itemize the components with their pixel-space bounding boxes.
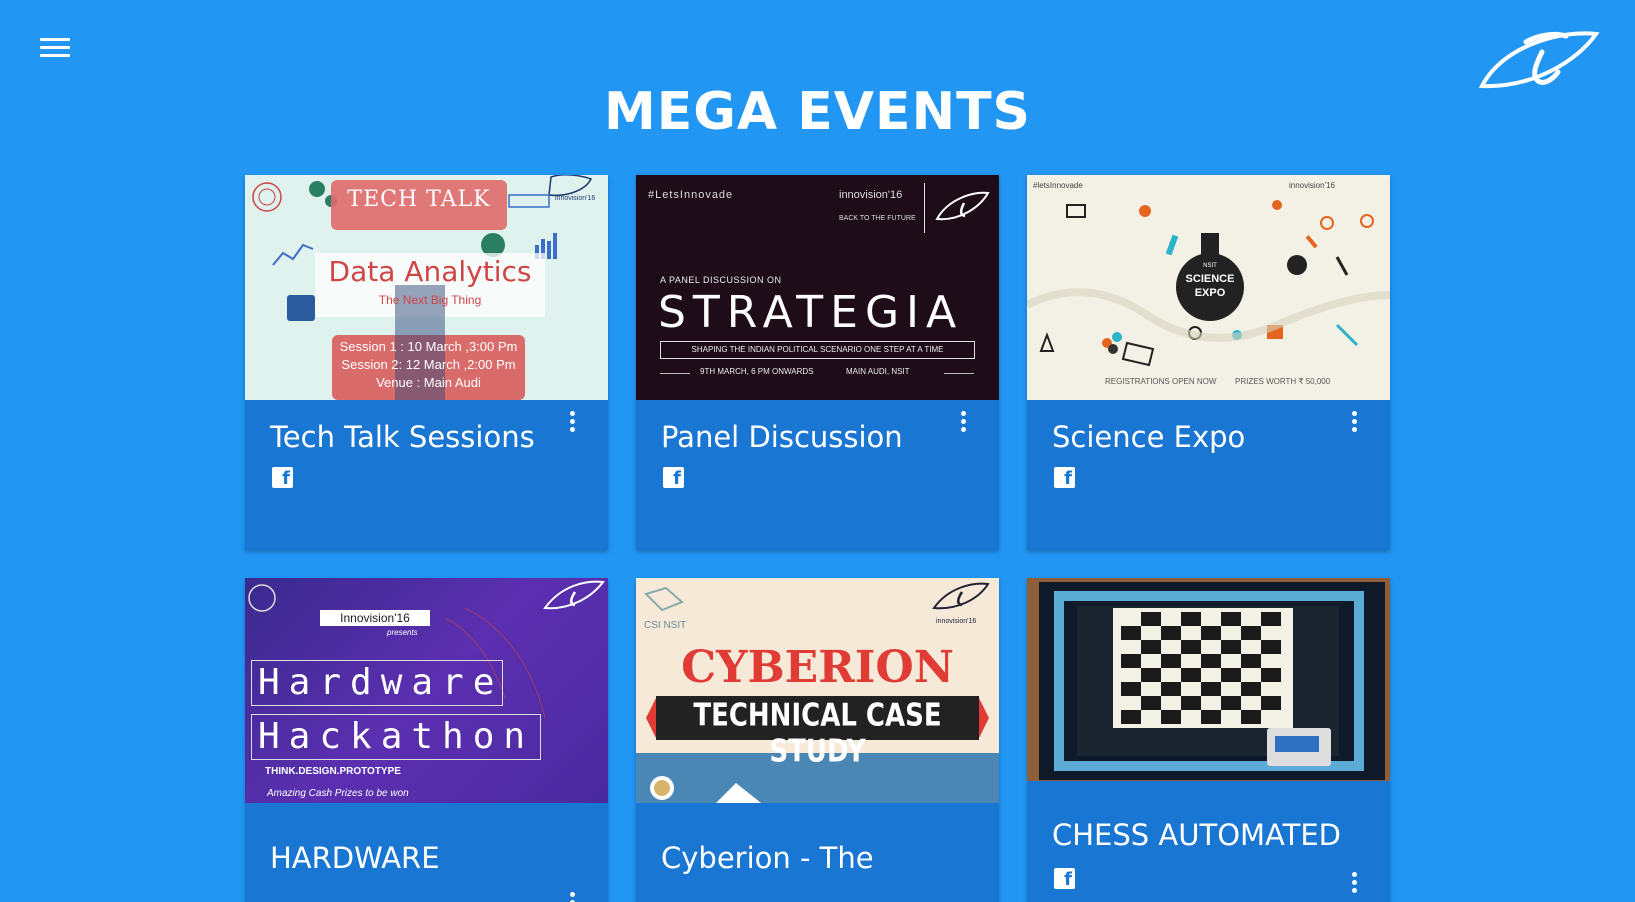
more-vert-icon[interactable] <box>568 892 576 902</box>
tech-talk-venue: Venue : Main Audi <box>376 375 481 390</box>
more-vert-icon[interactable] <box>568 411 576 433</box>
tech-talk-subheading: The Next Big Thing <box>378 293 482 307</box>
hardware-brand-box: Innovision'16 <box>320 610 430 626</box>
tech-talk-heading: Data Analytics <box>328 255 532 288</box>
event-card-cyberion[interactable]: CSI NSIT innovision'16 CYBERION TECHNICA… <box>636 578 999 902</box>
panel-sub: SHAPING THE INDIAN POLITICAL SCENARIO ON… <box>660 341 975 359</box>
panel-hashtag: #LetsInnovade <box>648 189 734 201</box>
expo-heading2: EXPO <box>1194 287 1226 299</box>
event-image-science-expo: #letsInnovade innovision'16 NSIT SCIENCE… <box>1027 175 1390 400</box>
event-title[interactable]: HARDWARE <box>270 841 440 875</box>
facebook-icon[interactable]: f <box>1054 467 1075 489</box>
page-title: MEGA EVENTS <box>603 82 1032 142</box>
event-image-hardware: Innovision'16 presents Hardware Hackatho… <box>245 578 608 803</box>
panel-rule-left <box>660 373 690 374</box>
event-card-tech-talk[interactable]: TECH TALK Data Analytics The Next Big Th… <box>245 175 608 550</box>
event-image-tech-talk: TECH TALK Data Analytics The Next Big Th… <box>245 175 608 400</box>
hamburger-menu-icon <box>40 38 72 57</box>
facebook-icon[interactable]: f <box>272 467 293 489</box>
tech-talk-banner: TECH TALK <box>347 187 491 212</box>
panel-rule-right <box>944 373 974 374</box>
more-vert-icon[interactable] <box>1350 411 1358 433</box>
cyberion-heading: CYBERION <box>681 642 954 693</box>
facebook-icon[interactable]: f <box>1054 868 1075 890</box>
expo-hashtag: #letsInnovade <box>1033 181 1083 190</box>
cyberion-org: CSI NSIT <box>644 620 687 631</box>
panel-date: 9TH MARCH, 6 PM ONWARDS <box>700 367 814 376</box>
expo-nsit: NSIT <box>1203 263 1217 269</box>
event-title[interactable]: Cyberion - The <box>661 841 874 875</box>
tech-talk-session1: Session 1 : 10 March ,3:00 Pm <box>339 339 518 354</box>
event-title[interactable]: Tech Talk Sessions <box>270 420 535 454</box>
tech-talk-brand: innovision'16 <box>555 195 596 202</box>
panel-venue: MAIN AUDI, NSIT <box>846 367 910 376</box>
expo-footer2: PRIZES WORTH ₹ 50,000 <box>1235 377 1331 386</box>
event-image-panel-discussion: #LetsInnovade innovision'16 BACK TO THE … <box>636 175 999 400</box>
innovision-logo-icon[interactable] <box>1474 24 1600 96</box>
menu-button[interactable] <box>40 38 72 62</box>
facebook-icon[interactable]: f <box>663 467 684 489</box>
more-vert-icon[interactable] <box>1350 872 1358 894</box>
event-card-panel-discussion[interactable]: #LetsInnovade innovision'16 BACK TO THE … <box>636 175 999 550</box>
panel-brand: innovision'16 <box>839 189 903 201</box>
tech-talk-session2: Session 2: 12 March ,2:00 Pm <box>341 357 516 372</box>
expo-footer1: REGISTRATIONS OPEN NOW <box>1105 377 1217 386</box>
cyberion-brand: innovision'16 <box>936 618 977 625</box>
event-card-chess-automated[interactable]: CHESS AUTOMATED f <box>1027 578 1390 902</box>
event-image-cyberion: CSI NSIT innovision'16 CYBERION TECHNICA… <box>636 578 999 803</box>
event-card-hardware[interactable]: Innovision'16 presents Hardware Hackatho… <box>245 578 608 902</box>
panel-tagline: BACK TO THE FUTURE <box>839 215 916 222</box>
expo-heading1: SCIENCE <box>1185 273 1235 285</box>
event-image-chess-automated <box>1027 578 1390 781</box>
event-title[interactable]: Science Expo <box>1052 420 1245 454</box>
hardware-presents: presents <box>387 628 418 637</box>
event-title[interactable]: Panel Discussion <box>661 420 903 454</box>
expo-brand: innovision'16 <box>1289 181 1336 190</box>
event-card-science-expo[interactable]: #letsInnovade innovision'16 NSIT SCIENCE… <box>1027 175 1390 550</box>
hardware-heading1: Hardware <box>251 660 503 706</box>
hardware-heading2: Hackathon <box>251 714 541 760</box>
hardware-footer: Amazing Cash Prizes to be won <box>267 788 409 799</box>
panel-divider <box>924 183 925 233</box>
hardware-tagline: THINK.DESIGN.PROTOTYPE <box>265 766 401 777</box>
event-title[interactable]: CHESS AUTOMATED <box>1052 818 1341 852</box>
panel-heading: STRATEGIA <box>658 287 964 338</box>
panel-logo-icon <box>935 191 990 221</box>
cyberion-banner: TECHNICAL CASE STUDY <box>693 698 942 770</box>
more-vert-icon[interactable] <box>959 411 967 433</box>
panel-pre: A PANEL DISCUSSION ON <box>660 275 782 285</box>
